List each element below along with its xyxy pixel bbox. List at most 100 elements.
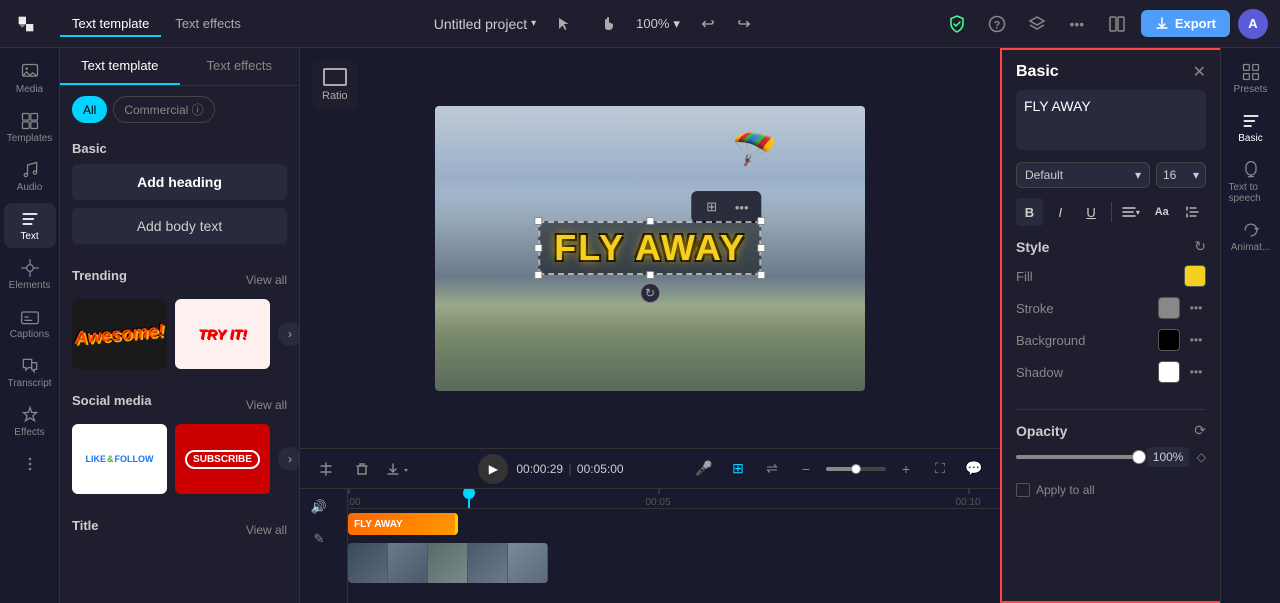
filter-commercial-btn[interactable]: Commercial ⓘ: [113, 96, 214, 123]
sidebar-item-more[interactable]: [4, 448, 56, 480]
social-template-subscribe[interactable]: SUBSCRIBE: [175, 424, 270, 494]
style-refresh-btn[interactable]: ↻: [1194, 238, 1206, 255]
text-overlay-container[interactable]: ⊞ ••• FLY AWAY ↻: [538, 221, 761, 275]
opacity-slider[interactable]: [1016, 455, 1139, 459]
social-template-like-follow[interactable]: LIKE & FOLLOW: [72, 424, 167, 494]
zoom-plus-btn[interactable]: +: [892, 455, 920, 483]
mic-btn[interactable]: 🎤: [690, 455, 718, 483]
opacity-thumb[interactable]: [1132, 450, 1146, 464]
stroke-more-btn[interactable]: •••: [1186, 298, 1206, 318]
loop-btn[interactable]: ⇌: [758, 455, 786, 483]
more-options-btn[interactable]: •••: [1061, 8, 1093, 40]
sidebar-item-effects[interactable]: Effects: [4, 399, 56, 444]
delete-btn[interactable]: [348, 455, 376, 483]
far-right-tts[interactable]: Text to speech: [1225, 154, 1277, 210]
social-view-all[interactable]: View all: [246, 398, 287, 412]
playhead[interactable]: [468, 489, 470, 508]
tab-text-template[interactable]: Text template: [60, 12, 161, 35]
hand-tool-btn[interactable]: [592, 8, 624, 40]
filter-all-btn[interactable]: All: [72, 96, 107, 123]
text-element[interactable]: FLY AWAY ↻: [538, 221, 761, 275]
handle-br[interactable]: [758, 271, 766, 279]
fill-color-swatch[interactable]: [1184, 265, 1206, 287]
comment-btn[interactable]: 💬: [960, 455, 988, 483]
far-right-animate[interactable]: Animat...: [1225, 214, 1277, 259]
tab-text-template-panel[interactable]: Text template: [60, 48, 180, 85]
fullscreen-btn[interactable]: ⛶: [926, 455, 954, 483]
background-color-swatch[interactable]: [1158, 329, 1180, 351]
app-logo[interactable]: [12, 10, 40, 38]
sidebar-item-templates[interactable]: Templates: [4, 105, 56, 150]
align-btn[interactable]: ▾: [1117, 198, 1144, 226]
sidebar-item-audio[interactable]: Audio: [4, 154, 56, 199]
transition-btn[interactable]: ⊞: [724, 455, 752, 483]
zoom-control[interactable]: 100% ▾: [636, 16, 680, 32]
layers-icon-btn[interactable]: [1021, 8, 1053, 40]
text-input-area[interactable]: [1016, 90, 1206, 150]
opacity-reset-btn[interactable]: ⟳: [1194, 422, 1206, 439]
trending-template-awesome[interactable]: Awesome!: [72, 299, 167, 369]
tab-text-effects[interactable]: Text effects: [163, 12, 253, 35]
text-ctrl-copy[interactable]: ⊞: [700, 195, 724, 219]
layout-toggle-btn[interactable]: [1101, 8, 1133, 40]
user-avatar[interactable]: A: [1238, 9, 1268, 39]
far-right-presets[interactable]: Presets: [1225, 56, 1277, 101]
sidebar-item-captions[interactable]: Captions: [4, 301, 56, 346]
undo-btn[interactable]: ↩: [692, 8, 724, 40]
split-tool-btn[interactable]: [312, 455, 340, 483]
text-case-btn[interactable]: Aa: [1148, 198, 1175, 226]
stroke-color-swatch[interactable]: [1158, 297, 1180, 319]
handle-ml[interactable]: [534, 244, 542, 252]
canvas-preview[interactable]: 🪂 🧑 ⊞ ••• FLY AWAY: [435, 106, 865, 391]
far-right-basic[interactable]: Basic: [1225, 105, 1277, 150]
bold-btn[interactable]: B: [1016, 198, 1043, 226]
download-btn[interactable]: [384, 455, 412, 483]
line-spacing-btn[interactable]: [1179, 198, 1206, 226]
apply-all-checkbox[interactable]: [1016, 483, 1030, 497]
add-heading-btn[interactable]: Add heading: [72, 164, 287, 200]
text-content-input[interactable]: [1024, 98, 1198, 114]
play-btn[interactable]: ▶: [478, 454, 508, 484]
underline-btn[interactable]: U: [1078, 198, 1105, 226]
video-clip[interactable]: [348, 543, 548, 583]
handle-bl[interactable]: [534, 271, 542, 279]
font-family-select[interactable]: Default ▾: [1016, 162, 1150, 188]
zoom-minus-btn[interactable]: −: [792, 455, 820, 483]
shadow-color-swatch[interactable]: [1158, 361, 1180, 383]
sidebar-item-text[interactable]: Text: [4, 203, 56, 248]
background-more-btn[interactable]: •••: [1186, 330, 1206, 350]
redo-btn[interactable]: ↪: [728, 8, 760, 40]
sidebar-item-media[interactable]: Media: [4, 56, 56, 101]
pointer-tool-btn[interactable]: [548, 8, 580, 40]
add-body-btn[interactable]: Add body text: [72, 208, 287, 244]
social-next-arrow[interactable]: ›: [278, 447, 300, 471]
handle-tl[interactable]: [534, 217, 542, 225]
handle-tm[interactable]: [646, 217, 654, 225]
right-panel-close-btn[interactable]: ✕: [1193, 62, 1206, 82]
fly-away-clip[interactable]: FLY AWAY: [348, 513, 458, 535]
shadow-more-btn[interactable]: •••: [1186, 362, 1206, 382]
help-icon-btn[interactable]: ?: [981, 8, 1013, 40]
tab-text-effects-panel[interactable]: Text effects: [180, 48, 300, 85]
title-view-all[interactable]: View all: [246, 523, 287, 537]
handle-mr[interactable]: [758, 244, 766, 252]
handle-tr[interactable]: [758, 217, 766, 225]
export-btn[interactable]: Export: [1141, 10, 1230, 37]
zoom-slider[interactable]: [826, 467, 886, 471]
opacity-keyframe-btn[interactable]: ◇: [1197, 450, 1206, 464]
sidebar-item-elements[interactable]: Elements: [4, 252, 56, 297]
edit-track-label[interactable]: ✎: [304, 525, 334, 553]
rotate-handle[interactable]: ↻: [640, 283, 660, 303]
audio-track-label[interactable]: 🔊: [304, 493, 334, 521]
sidebar-item-transcript[interactable]: Transcript: [4, 350, 56, 395]
trending-next-arrow[interactable]: ›: [278, 322, 300, 346]
text-ctrl-more[interactable]: •••: [730, 195, 754, 219]
project-title[interactable]: Untitled project ▾: [434, 16, 536, 32]
shield-icon-btn[interactable]: [941, 8, 973, 40]
font-size-select[interactable]: 16 ▾: [1156, 162, 1206, 188]
handle-bm[interactable]: [646, 271, 654, 279]
trending-template-tryit[interactable]: TRY IT!: [175, 299, 270, 369]
italic-btn[interactable]: I: [1047, 198, 1074, 226]
trending-view-all[interactable]: View all: [246, 273, 287, 287]
ratio-btn[interactable]: Ratio: [312, 60, 358, 110]
